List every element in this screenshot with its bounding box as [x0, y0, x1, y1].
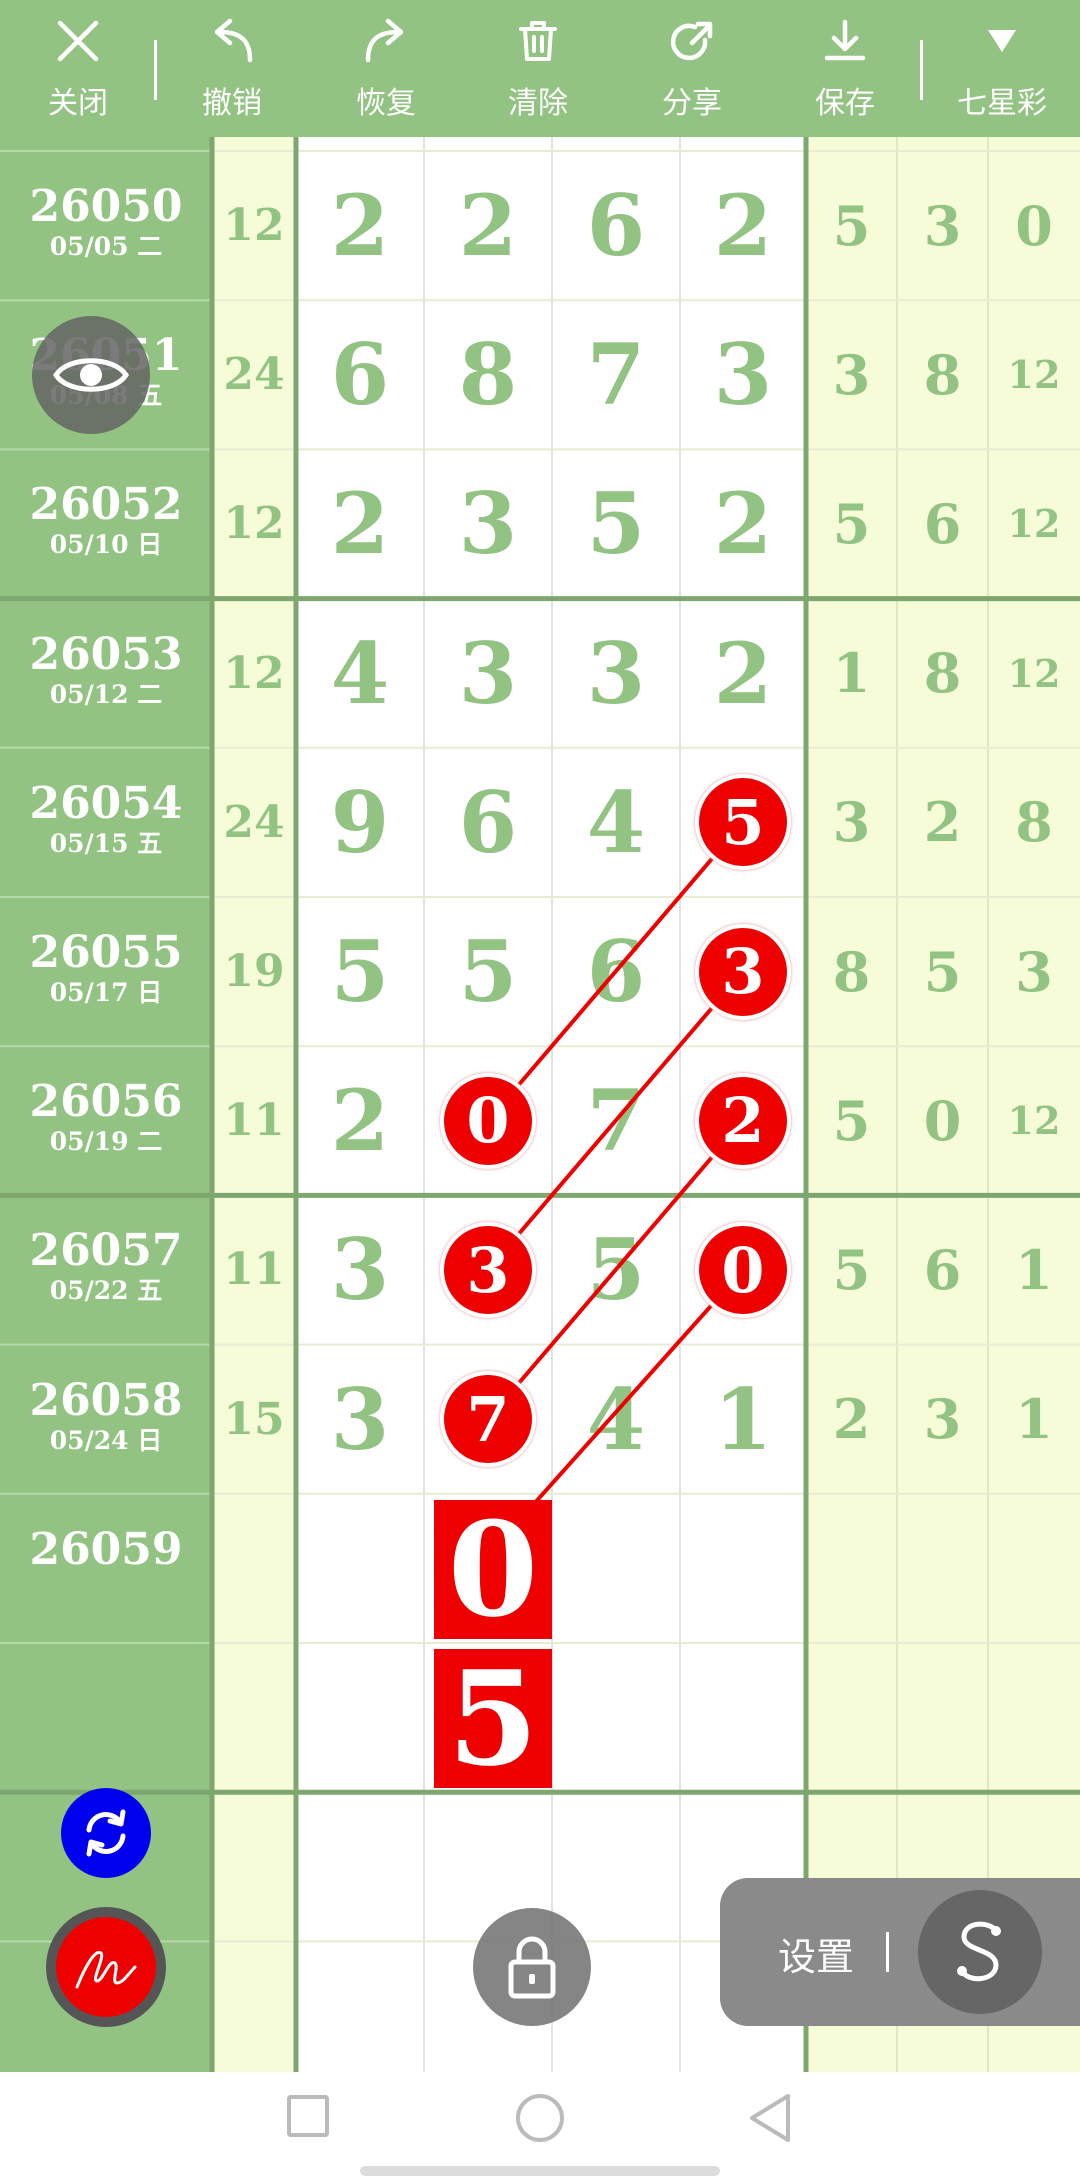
- share-button[interactable]: 分享: [632, 0, 752, 137]
- gesture-handle[interactable]: [360, 2166, 720, 2176]
- refresh-icon: [86, 1809, 126, 1857]
- settings-button[interactable]: 设置: [778, 1926, 854, 1981]
- redo-button[interactable]: 恢复: [326, 0, 446, 137]
- highlighted-digit[interactable]: 7: [440, 1371, 536, 1468]
- highlighted-digit[interactable]: 2: [695, 1072, 791, 1169]
- close-icon: [57, 20, 99, 62]
- share-icon: [670, 21, 713, 61]
- predicted-digit-box[interactable]: 0: [434, 1493, 552, 1646]
- caret-down-icon: [988, 30, 1016, 52]
- draw-grid: 2605005/05 二1222625302605105/08 五2468733…: [0, 137, 1080, 2072]
- clear-label: 清除: [508, 86, 568, 121]
- eye-icon: [53, 358, 129, 392]
- s-logo-icon: [957, 1921, 1001, 1982]
- highlighted-digit[interactable]: 0: [695, 1222, 791, 1318]
- toggle-visibility-button[interactable]: [32, 316, 150, 434]
- highlighted-digit[interactable]: 3: [440, 1222, 536, 1318]
- redo-icon: [365, 18, 404, 63]
- download-icon: [824, 19, 866, 61]
- pen-tool-inner: [56, 1917, 156, 2017]
- highlighted-digit[interactable]: 0: [440, 1072, 536, 1169]
- pen-tool-button[interactable]: [46, 1907, 166, 2027]
- lock-icon: [508, 1936, 556, 1999]
- toolbar-divider: [920, 40, 923, 100]
- system-nav-bar: [0, 2072, 1080, 2180]
- highlighted-digit[interactable]: 5: [695, 774, 791, 871]
- undo-icon: [214, 18, 253, 63]
- save-label: 保存: [815, 86, 875, 121]
- lottery-type-label: 七星彩: [957, 86, 1047, 121]
- lock-button[interactable]: [473, 1908, 591, 2026]
- back-button[interactable]: [746, 2092, 792, 2144]
- trash-icon: [519, 21, 557, 61]
- settings-panel: 设置: [720, 1878, 1080, 2026]
- undo-button[interactable]: 撤销: [172, 0, 292, 137]
- recent-apps-button[interactable]: [286, 2094, 330, 2138]
- s-menu-button[interactable]: [918, 1890, 1042, 2014]
- close-label: 关闭: [48, 86, 108, 121]
- lottery-type-dropdown[interactable]: 七星彩: [940, 0, 1064, 137]
- share-label: 分享: [662, 86, 722, 121]
- home-button[interactable]: [514, 2092, 566, 2144]
- refresh-button[interactable]: [61, 1788, 151, 1878]
- save-button[interactable]: 保存: [785, 0, 905, 137]
- highlighted-digit[interactable]: 3: [695, 923, 791, 1020]
- toolbar-divider: [154, 40, 157, 100]
- undo-label: 撤销: [202, 86, 262, 121]
- clear-button[interactable]: 清除: [478, 0, 598, 137]
- signature-icon: [75, 1950, 137, 1989]
- close-button[interactable]: 关闭: [18, 0, 138, 137]
- top-toolbar: 关闭 撤销 恢复 清除 分享 保存 七星彩: [0, 0, 1080, 137]
- settings-divider: [886, 1932, 889, 1972]
- redo-label: 恢复: [356, 86, 416, 121]
- predicted-digit-box[interactable]: 5: [434, 1642, 552, 1795]
